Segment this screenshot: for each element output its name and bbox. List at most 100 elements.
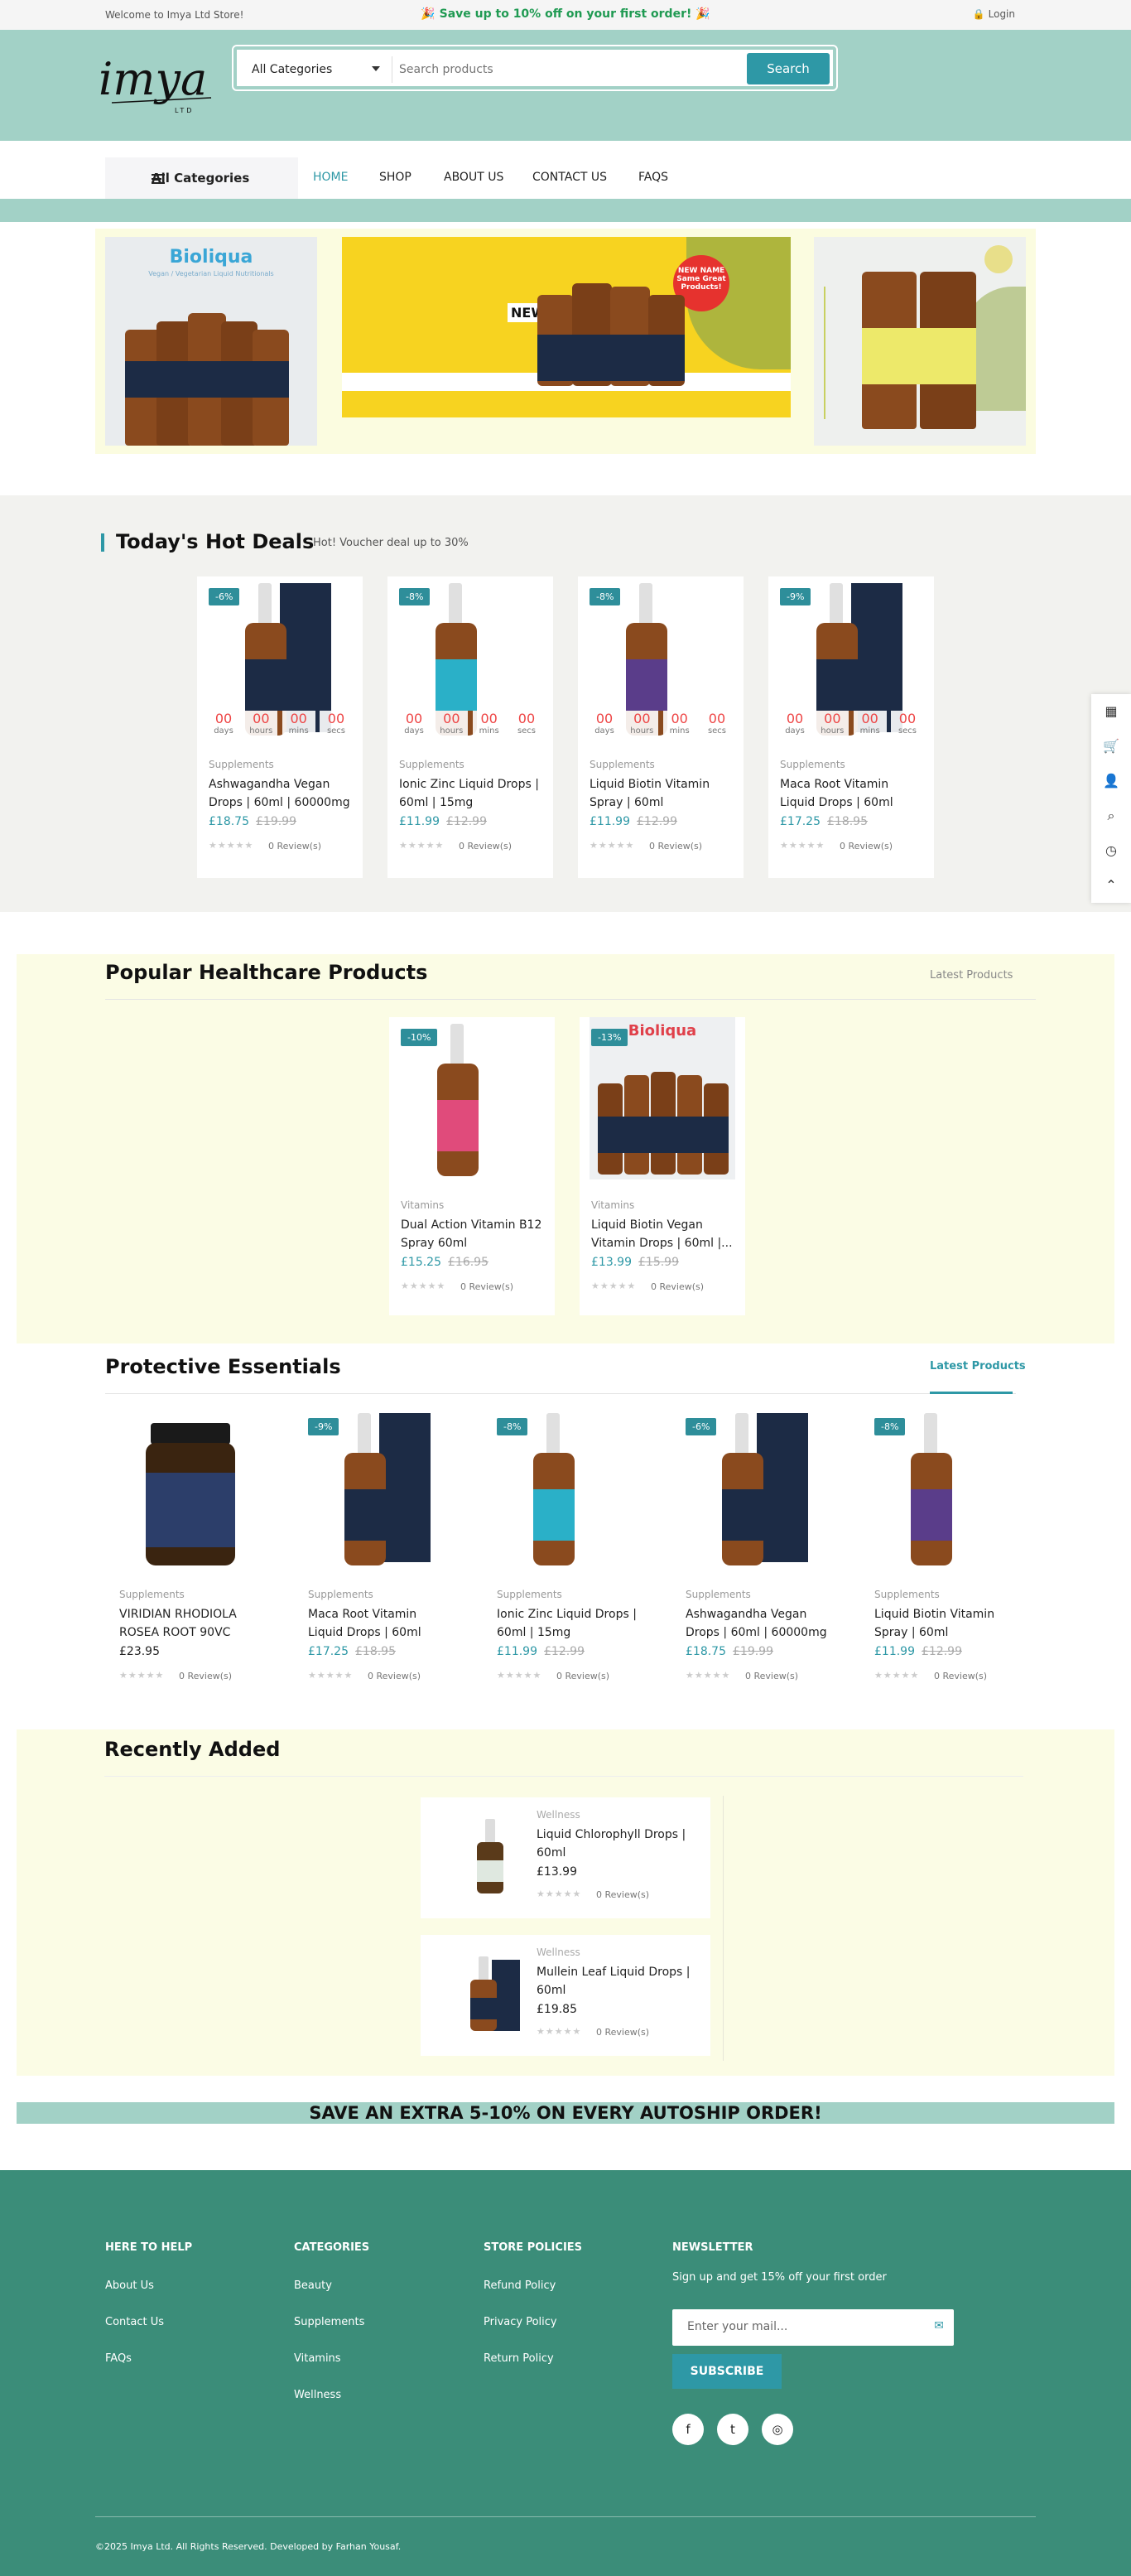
recent-product-card[interactable]: Wellness Mullein Leaf Liquid Drops | 60ml… bbox=[421, 1935, 710, 2056]
product-category[interactable]: Supplements bbox=[686, 1589, 751, 1600]
product-name[interactable]: Ionic Zinc Liquid Drops | 60ml | 15mg bbox=[399, 775, 545, 812]
footer-link-about[interactable]: About Us bbox=[105, 2279, 154, 2292]
discount-badge: -13% bbox=[591, 1029, 628, 1046]
product-card[interactable]: -8% 00 days 00 hours 00 mins 00 secs Supplements L… bbox=[578, 576, 744, 878]
product-thumbnail[interactable] bbox=[454, 1951, 528, 2034]
product-name[interactable]: Liquid Chlorophyll Drops | 60ml bbox=[537, 1826, 694, 1862]
product-category[interactable]: Wellness bbox=[537, 1809, 580, 1821]
search-bar: All Categories Search bbox=[232, 45, 838, 91]
user-icon[interactable]: 👤 bbox=[1091, 764, 1131, 798]
product-card[interactable]: Bioliqua -13% Vitamins Liquid Biotin Vegan … bbox=[580, 1017, 745, 1315]
product-card[interactable]: -8% Supplements Ionic Zinc Liquid Drops | … bbox=[485, 1406, 651, 1705]
product-card[interactable]: -6% 00 days 00 hours 00 mins 00 secs Supplements A… bbox=[197, 576, 363, 878]
review-count[interactable]: 0 Review(s) bbox=[596, 2027, 649, 2038]
review-count[interactable]: 0 Review(s) bbox=[556, 1671, 609, 1681]
subscribe-button[interactable]: SUBSCRIBE bbox=[672, 2354, 782, 2389]
category-select[interactable]: All Categories bbox=[243, 56, 392, 83]
history-icon[interactable]: ◷ bbox=[1091, 833, 1131, 868]
footer-link-wellness[interactable]: Wellness bbox=[294, 2389, 341, 2401]
product-category[interactable]: Vitamins bbox=[591, 1199, 634, 1211]
hero-center-banner[interactable]: NEW NAME Same Great Products! NEW bbox=[342, 237, 791, 417]
product-name[interactable]: VIRIDIAN RHODIOLA ROSEA ROOT 90VC bbox=[119, 1605, 265, 1642]
hero-left-banner[interactable]: Bioliqua Vegan / Vegetarian Liquid Nutri… bbox=[105, 237, 317, 446]
product-name[interactable]: Mullein Leaf Liquid Drops | 60ml bbox=[537, 1963, 694, 2000]
nav-contact[interactable]: CONTACT US bbox=[532, 171, 607, 184]
footer-link-beauty[interactable]: Beauty bbox=[294, 2279, 332, 2292]
all-categories-button[interactable]: All Categories bbox=[105, 157, 298, 199]
tab-latest-products[interactable]: Latest Products bbox=[930, 1360, 1026, 1372]
product-name[interactable]: Ashwagandha Vegan Drops | 60ml | 60000mg bbox=[209, 775, 354, 812]
nav-faqs[interactable]: FAQS bbox=[638, 171, 668, 184]
product-card[interactable]: -10% Vitamins Dual Action Vitamin B12 Spra… bbox=[389, 1017, 555, 1315]
product-category[interactable]: Supplements bbox=[590, 759, 655, 770]
review-count[interactable]: 0 Review(s) bbox=[459, 841, 512, 851]
tab-latest-products[interactable]: Latest Products bbox=[930, 969, 1013, 982]
product-category[interactable]: Supplements bbox=[308, 1589, 373, 1600]
footer-link-vitamins[interactable]: Vitamins bbox=[294, 2352, 341, 2365]
cart-icon[interactable]: 🛒 bbox=[1091, 729, 1131, 764]
product-card[interactable]: Supplements VIRIDIAN RHODIOLA ROSEA ROOT … bbox=[108, 1406, 273, 1705]
product-name[interactable]: Ashwagandha Vegan Drops | 60ml | 60000mg bbox=[686, 1605, 831, 1642]
footer-link-refund[interactable]: Refund Policy bbox=[484, 2279, 556, 2292]
product-card[interactable]: -8% 00 days 00 hours 00 mins 00 secs Supplements I… bbox=[387, 576, 553, 878]
review-count[interactable]: 0 Review(s) bbox=[934, 1671, 987, 1681]
product-name[interactable]: Maca Root Vitamin Liquid Drops | 60ml bbox=[308, 1605, 454, 1642]
hero-right-banner[interactable] bbox=[814, 237, 1026, 446]
review-count[interactable]: 0 Review(s) bbox=[745, 1671, 798, 1681]
review-count[interactable]: 0 Review(s) bbox=[368, 1671, 421, 1681]
newsletter-email-input[interactable]: Enter your mail... ✉ bbox=[672, 2309, 954, 2346]
review-count[interactable]: 0 Review(s) bbox=[179, 1671, 232, 1681]
top-bar: Welcome to Imya Ltd Store! 🎉 Save up to … bbox=[0, 0, 1131, 30]
product-category[interactable]: Vitamins bbox=[401, 1199, 444, 1211]
review-count[interactable]: 0 Review(s) bbox=[596, 1889, 649, 1900]
product-card[interactable]: -9% 00 days 00 hours 00 mins 00 secs Supplements M… bbox=[768, 576, 934, 878]
product-card[interactable]: -9% Supplements Maca Root Vitamin Liquid D… bbox=[296, 1406, 462, 1705]
product-name[interactable]: Ionic Zinc Liquid Drops | 60ml | 15mg bbox=[497, 1605, 643, 1642]
recent-product-card[interactable]: Wellness Liquid Chlorophyll Drops | 60ml £… bbox=[421, 1797, 710, 1918]
review-count[interactable]: 0 Review(s) bbox=[651, 1281, 704, 1292]
footer-link-privacy[interactable]: Privacy Policy bbox=[484, 2316, 557, 2328]
search-input[interactable] bbox=[399, 56, 730, 83]
product-name[interactable]: Liquid Biotin Vitamin Spray | 60ml bbox=[874, 1605, 1020, 1642]
product-name[interactable]: Liquid Biotin Vegan Vitamin Drops | 60ml… bbox=[591, 1216, 737, 1252]
footer-link-supplements[interactable]: Supplements bbox=[294, 2316, 364, 2328]
footer-link-contact[interactable]: Contact Us bbox=[105, 2316, 164, 2328]
nav-home[interactable]: HOME bbox=[313, 171, 348, 184]
grid-icon[interactable]: ▦ bbox=[1091, 694, 1131, 729]
product-name[interactable]: Dual Action Vitamin B12 Spray 60ml bbox=[401, 1216, 546, 1252]
footer-newsletter-title: NEWSLETTER bbox=[672, 2241, 753, 2254]
product-card[interactable]: -8% Supplements Liquid Biotin Vitamin Spra… bbox=[863, 1406, 1028, 1705]
review-count[interactable]: 0 Review(s) bbox=[460, 1281, 513, 1292]
footer-link-faqs[interactable]: FAQs bbox=[105, 2352, 132, 2365]
product-name[interactable]: Maca Root Vitamin Liquid Drops | 60ml bbox=[780, 775, 926, 812]
product-category[interactable]: Supplements bbox=[119, 1589, 185, 1600]
facebook-icon[interactable]: f bbox=[672, 2414, 704, 2445]
product-thumbnail[interactable] bbox=[454, 1814, 528, 1897]
site-logo[interactable]: imya LTD bbox=[95, 48, 219, 123]
product-category[interactable]: Supplements bbox=[874, 1589, 940, 1600]
nav-shop[interactable]: SHOP bbox=[379, 171, 411, 184]
review-count[interactable]: 0 Review(s) bbox=[649, 841, 702, 851]
product-category[interactable]: Supplements bbox=[780, 759, 845, 770]
instagram-icon[interactable]: ◎ bbox=[762, 2414, 793, 2445]
review-count[interactable]: 0 Review(s) bbox=[840, 841, 893, 851]
review-count[interactable]: 0 Review(s) bbox=[268, 841, 321, 851]
product-card[interactable]: -6% Supplements Ashwagandha Vegan Drops | … bbox=[674, 1406, 840, 1705]
product-category[interactable]: Supplements bbox=[209, 759, 274, 770]
footer-link-return[interactable]: Return Policy bbox=[484, 2352, 554, 2365]
login-link[interactable]: 🔒 Login bbox=[973, 8, 1015, 20]
discount-badge: -6% bbox=[686, 1418, 717, 1435]
product-category[interactable]: Wellness bbox=[537, 1946, 580, 1958]
timer-secs: 00 secs bbox=[509, 711, 543, 744]
product-category[interactable]: Supplements bbox=[497, 1589, 562, 1600]
timer-value: 00 bbox=[290, 711, 307, 726]
nav-about[interactable]: ABOUT US bbox=[444, 171, 503, 184]
product-price: £19.85 bbox=[537, 2003, 577, 2016]
search-icon[interactable]: ⌕ bbox=[1091, 798, 1131, 833]
product-image[interactable] bbox=[118, 1406, 263, 1569]
search-button[interactable]: Search bbox=[747, 53, 830, 84]
product-name[interactable]: Liquid Biotin Vitamin Spray | 60ml bbox=[590, 775, 735, 812]
scroll-top-icon[interactable]: ⌃ bbox=[1091, 868, 1131, 903]
product-category[interactable]: Supplements bbox=[399, 759, 464, 770]
twitter-icon[interactable]: t bbox=[717, 2414, 748, 2445]
